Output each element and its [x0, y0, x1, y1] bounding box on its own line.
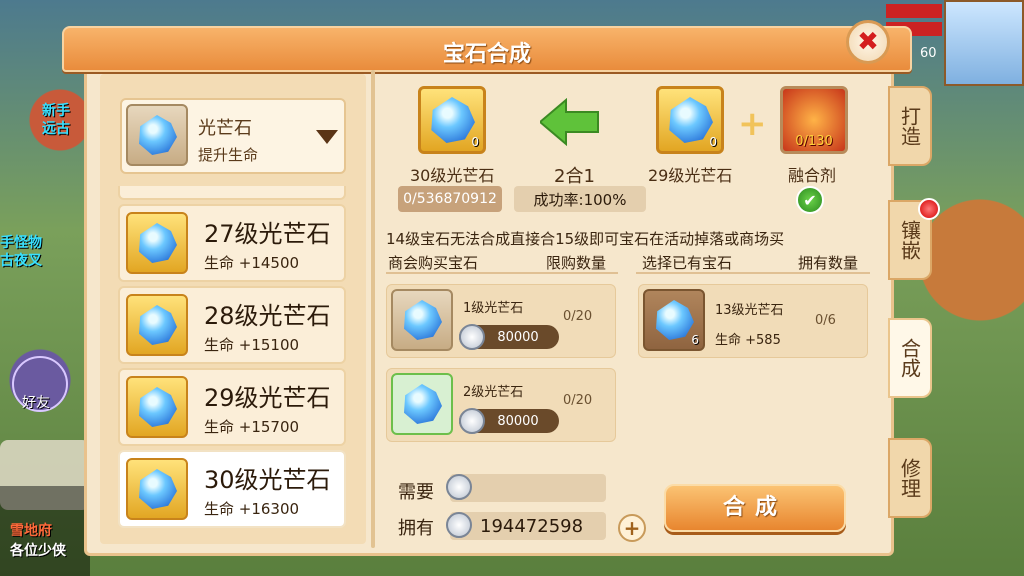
success-rate: 成功率:100% [514, 186, 646, 212]
tab-compose[interactable]: 合成 [888, 318, 932, 398]
owned-header-divider [636, 272, 870, 274]
gem-list-item[interactable]: 29级光芒石 生命 +15700 [118, 368, 346, 446]
owned-item-name: 13级光芒石 [715, 303, 784, 318]
owned-item[interactable]: 6 13级光芒石 0/6 生命 +585 [638, 284, 868, 358]
shop-header-title: 商会购买宝石 [388, 254, 479, 272]
panel-divider [371, 70, 375, 548]
gem-icon [126, 458, 188, 520]
plus-icon: + [738, 104, 767, 144]
source-gem-slot[interactable]: 0 [656, 86, 724, 154]
shop-header-limit: 限购数量 [546, 254, 607, 272]
player-level: 60 [920, 46, 937, 61]
scene-label-ancient: 远古 [42, 121, 70, 137]
gem-icon [126, 376, 188, 438]
shop-item-name: 2级光芒石 [463, 385, 524, 400]
owned-item-stat: 生命 +585 [715, 333, 781, 348]
add-currency-button[interactable]: + [618, 514, 646, 542]
tab-forge[interactable]: 打造 [888, 86, 932, 166]
chat-line-2: 各位少侠 [10, 543, 66, 559]
scene-label-monster: 手怪物 [0, 235, 42, 251]
tab-repair[interactable]: 修理 [888, 438, 932, 518]
need-label: 需要 [398, 482, 434, 503]
shop-item[interactable]: 1级光芒石 0/20 80000 [386, 284, 616, 358]
gem-list-item-selected[interactable]: 30级光芒石 生命 +16300 [118, 450, 346, 528]
gem-type-subtitle: 提升生命 [198, 146, 259, 164]
gem-list-item-stat: 生命 +15100 [204, 336, 300, 354]
gem-icon [391, 289, 453, 351]
hp-bar [886, 4, 942, 18]
gem-list-item-name: 30级光芒石 [204, 466, 331, 494]
source-gem-count: 0 [709, 135, 717, 149]
dialog-title: 宝石合成 [442, 42, 531, 67]
source-gem-name: 29级光芒石 [648, 166, 733, 185]
arrow-left-icon [540, 98, 599, 146]
gem-list-item-stat: 生命 +15700 [204, 418, 300, 436]
target-gem-name: 30级光芒石 [410, 166, 495, 185]
compose-notice: 14级宝石无法合成直接合15级即可宝石在活动掉落或商场买 [386, 230, 785, 248]
fusion-agent-name: 融合剂 [788, 166, 837, 185]
player-avatar[interactable] [944, 0, 1024, 86]
chevron-down-icon[interactable] [316, 130, 338, 144]
gem-list-item[interactable]: 27级光芒石 生命 +14500 [118, 204, 346, 282]
target-gem-slot[interactable]: 0 [418, 86, 486, 154]
shop-item[interactable]: 2级光芒石 0/20 80000 [386, 368, 616, 442]
fusion-agent-slot[interactable]: 0/130 [780, 86, 848, 154]
gem-list-item-name: 28级光芒石 [204, 302, 331, 330]
compose-button[interactable]: 合成 [664, 484, 846, 532]
owned-item-count: 0/6 [815, 313, 836, 328]
gem-list-item-stat: 生命 +16300 [204, 500, 300, 518]
shop-item-name: 1级光芒石 [463, 301, 524, 316]
target-progress: 0/536870912 [398, 186, 502, 212]
silver-coin-icon [446, 512, 472, 538]
need-value [450, 474, 606, 502]
gem-icon [126, 294, 188, 356]
shop-item-limit: 0/20 [563, 309, 593, 324]
gem-icon [126, 212, 188, 274]
compose-ratio: 2合1 [554, 166, 595, 187]
close-icon: ✖ [857, 27, 879, 57]
gem-list-item-stat: 生命 +14500 [204, 254, 300, 272]
owned-header-title: 选择已有宝石 [642, 254, 733, 272]
target-gem-count: 0 [471, 135, 479, 149]
gem-list-item-partial[interactable] [118, 186, 346, 200]
shop-header-divider [386, 272, 618, 274]
gem-list-item-name: 27级光芒石 [204, 220, 331, 248]
scene-label-newbie: 新手 [42, 103, 70, 119]
shop-item-limit: 0/20 [563, 393, 593, 408]
close-button[interactable]: ✖ [846, 20, 890, 64]
silver-coin-icon [459, 324, 485, 350]
scene-label-yaksha: 古夜叉 [0, 253, 42, 269]
silver-coin-icon [459, 408, 485, 434]
gem-type-name: 光芒石 [198, 118, 252, 139]
friend-label: 好友 [22, 395, 50, 411]
have-value: 194472598 [450, 512, 606, 540]
silver-coin-icon [446, 474, 472, 500]
gem-icon [391, 373, 453, 435]
notification-dot-icon [918, 198, 940, 220]
chat-line-1: 雪地府 [10, 523, 52, 539]
gem-icon: 6 [643, 289, 705, 351]
owned-item-badge: 6 [691, 333, 699, 347]
have-label: 拥有 [398, 518, 434, 539]
fusion-agent-count: 0/130 [795, 134, 833, 149]
dialog-title-bar: 宝石合成 [62, 26, 912, 72]
gem-list-item[interactable]: 28级光芒石 生命 +15100 [118, 286, 346, 364]
owned-header-count: 拥有数量 [798, 254, 859, 272]
checkmark-icon[interactable]: ✔ [796, 186, 824, 214]
gem-type-icon [126, 104, 188, 166]
gem-list-item-name: 29级光芒石 [204, 384, 331, 412]
